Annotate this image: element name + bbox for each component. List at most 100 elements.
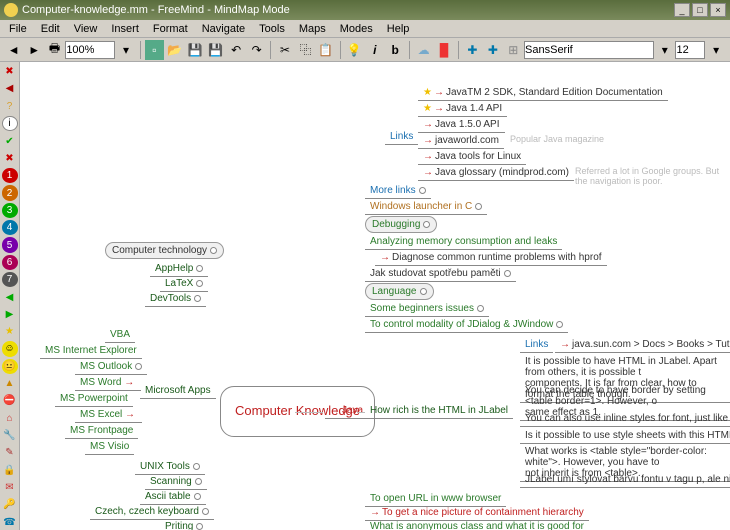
winlauncher-node[interactable]: Windows launcher in C <box>365 200 487 215</box>
italic-button[interactable]: i <box>365 40 384 60</box>
expand-icon[interactable] <box>202 508 209 515</box>
vba-node[interactable]: VBA <box>105 328 135 343</box>
menu-edit[interactable]: Edit <box>34 21 67 37</box>
expand-icon[interactable] <box>135 363 142 370</box>
star-icon[interactable]: ★ <box>2 324 18 339</box>
expand-icon[interactable] <box>196 265 203 272</box>
pri4-icon[interactable]: 4 <box>2 220 18 235</box>
font-dropdown[interactable]: ▾ <box>655 40 674 60</box>
pri6-icon[interactable]: 6 <box>2 255 18 270</box>
expand-icon[interactable] <box>196 280 203 287</box>
expand-icon[interactable] <box>210 247 217 254</box>
undo-button[interactable]: ↶ <box>226 40 245 60</box>
msexcel-node[interactable]: MS Excel → <box>75 408 142 423</box>
info-icon[interactable]: i <box>2 116 18 131</box>
menu-navigate[interactable]: Navigate <box>195 21 252 37</box>
help-icon[interactable]: ? <box>2 99 18 114</box>
czech-node[interactable]: Czech, czech keyboard <box>90 505 214 520</box>
msfp-node[interactable]: MS Frontpage <box>65 424 138 439</box>
mspp-node[interactable]: MS Powerpoint <box>55 392 133 407</box>
cloud-button[interactable]: ☁ <box>414 40 433 60</box>
containment-node[interactable]: →To get a nice picture of containment hi… <box>365 506 589 521</box>
rich-links-node[interactable]: Links <box>520 338 553 353</box>
paste-button[interactable]: 📋 <box>316 40 335 60</box>
menu-file[interactable]: File <box>2 21 34 37</box>
pri1-icon[interactable]: 1 <box>2 168 18 183</box>
language-node[interactable]: Language <box>365 283 434 300</box>
modality-node[interactable]: To control modality of JDialog & JWindow <box>365 318 568 333</box>
expand-icon[interactable] <box>475 203 482 210</box>
msapps-node[interactable]: Microsoft Apps <box>140 384 216 399</box>
open-button[interactable]: 📂 <box>165 40 184 60</box>
link-item-1[interactable]: ★→Java 1.4 API <box>418 102 507 117</box>
scanning-node[interactable]: Scanning <box>145 475 207 490</box>
msvisio-node[interactable]: MS Visio <box>85 440 134 455</box>
pen-icon[interactable]: ✎ <box>2 445 18 460</box>
forward-button[interactable]: ► <box>24 40 43 60</box>
node-child-icon[interactable]: ⊞ <box>504 40 523 60</box>
back-icon[interactable]: ◀ <box>2 289 18 304</box>
flag-icon[interactable]: ◀ <box>2 81 18 96</box>
rich-5[interactable]: JLabel umí stylovat barvu fontu v tagu p… <box>520 473 730 488</box>
expand-icon[interactable] <box>477 305 484 312</box>
menu-modes[interactable]: Modes <box>333 21 380 37</box>
apphelp-node[interactable]: AppHelp <box>150 262 208 277</box>
rich-3[interactable]: Is it possible to use style sheets with … <box>520 429 730 444</box>
stop-icon[interactable]: ⛔ <box>2 393 18 408</box>
expand-icon[interactable] <box>193 463 200 470</box>
color-button[interactable]: █ <box>434 40 453 60</box>
new-button[interactable]: ▫ <box>145 40 164 60</box>
expand-icon[interactable] <box>194 295 201 302</box>
home-icon[interactable]: ⌂ <box>2 411 18 426</box>
node-add-icon[interactable]: ✚ <box>463 40 482 60</box>
phone-icon[interactable]: ☎ <box>2 515 18 530</box>
bold-button[interactable]: b <box>385 40 404 60</box>
hprof-node[interactable]: →Diagnose common runtime problems with h… <box>375 251 607 266</box>
redo-button[interactable]: ↷ <box>247 40 266 60</box>
fwd-icon[interactable]: ▶ <box>2 307 18 322</box>
menu-insert[interactable]: Insert <box>104 21 146 37</box>
pri7-icon[interactable]: 7 <box>2 272 18 287</box>
anonclass-node[interactable]: What is anonymous class and what it is g… <box>365 520 589 530</box>
link-item-3[interactable]: →javaworld.com <box>418 134 504 149</box>
menu-view[interactable]: View <box>67 21 105 37</box>
pri3-icon[interactable]: 3 <box>2 203 18 218</box>
latex-node[interactable]: LaTeX <box>160 277 208 292</box>
rich-2[interactable]: You can also use inline styles for font,… <box>520 412 730 427</box>
link-item-4[interactable]: →Java tools for Linux <box>418 150 526 165</box>
debugging-node[interactable]: Debugging <box>365 216 437 233</box>
menu-tools[interactable]: Tools <box>252 21 292 37</box>
tick-icon[interactable]: ✔ <box>2 133 18 148</box>
jak-node[interactable]: Jak studovat spotřebu paměti <box>365 267 516 282</box>
menu-format[interactable]: Format <box>146 21 195 37</box>
zoom-dropdown[interactable]: ▾ <box>116 40 135 60</box>
caution-icon[interactable]: ▲ <box>2 376 18 391</box>
priting-node[interactable]: Priting <box>160 520 208 530</box>
key-icon[interactable]: 🔑 <box>2 497 18 512</box>
menu-help[interactable]: Help <box>380 21 417 37</box>
expand-icon[interactable] <box>419 187 426 194</box>
pri2-icon[interactable]: 2 <box>2 185 18 200</box>
maximize-button[interactable]: □ <box>692 3 708 17</box>
expand-icon[interactable] <box>423 221 430 228</box>
cross-icon[interactable]: ✖ <box>2 151 18 166</box>
link-item-5[interactable]: →Java glossary (mindprod.com) <box>418 166 574 181</box>
htmlrich-node[interactable]: How rich is the HTML in JLabel <box>365 404 513 419</box>
font-select[interactable] <box>524 41 654 59</box>
copy-button[interactable]: ⿻ <box>296 40 315 60</box>
more-links-node[interactable]: More links <box>365 184 431 199</box>
outlook-node[interactable]: MS Outlook <box>75 360 147 375</box>
remove-icon[interactable]: ✖ <box>2 64 18 79</box>
fontsize-dropdown[interactable]: ▾ <box>706 40 725 60</box>
ascii-node[interactable]: Ascii table <box>140 490 206 505</box>
msword-node[interactable]: MS Word → <box>75 376 141 391</box>
minimize-button[interactable]: _ <box>674 3 690 17</box>
rich-link-item[interactable]: →java.sun.com > Docs > Books > Tutorial … <box>555 338 730 353</box>
cut-button[interactable]: ✂ <box>275 40 294 60</box>
memory-node[interactable]: Analyzing memory consumption and leaks <box>365 235 562 250</box>
wrench-icon[interactable]: 🔧 <box>2 428 18 443</box>
expand-icon[interactable] <box>194 493 201 500</box>
links-node[interactable]: Links <box>385 130 418 145</box>
unixtools-node[interactable]: UNIX Tools <box>135 460 205 475</box>
lock-icon[interactable]: 🔒 <box>2 463 18 478</box>
